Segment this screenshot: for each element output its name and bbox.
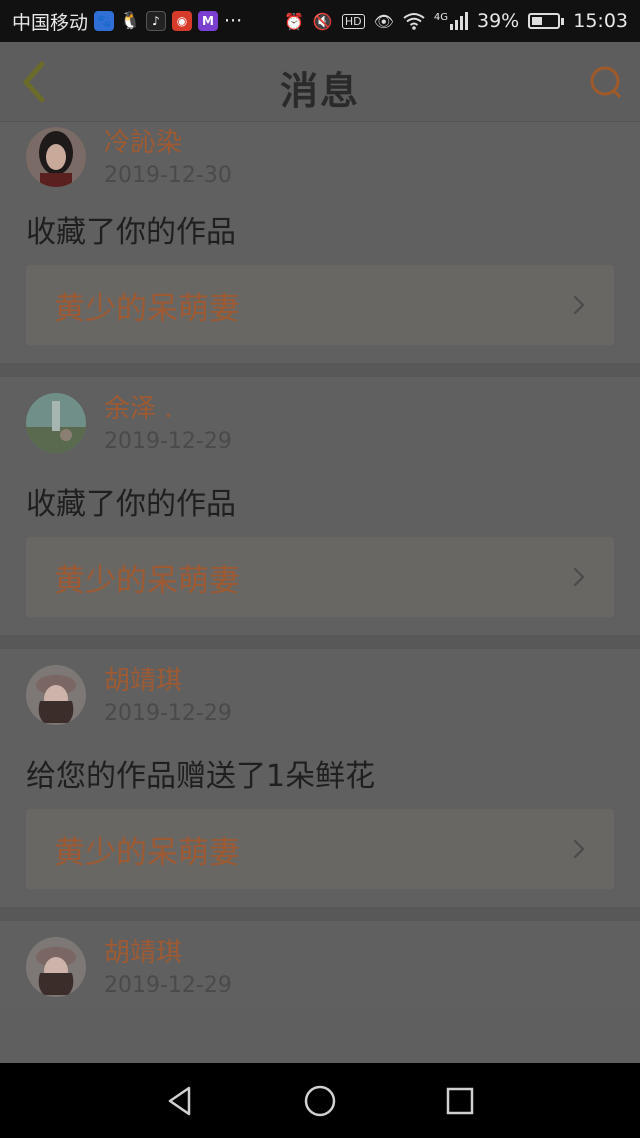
- signal-icon: 4G: [434, 12, 468, 30]
- message-user-row: 胡靖琪 2019-12-29: [26, 921, 614, 1009]
- work-title: 黄少的呆萌妻: [54, 562, 240, 599]
- home-circle-icon[interactable]: [300, 1081, 340, 1121]
- username[interactable]: 余泽 .: [104, 393, 232, 425]
- hd-icon: HD: [341, 13, 365, 29]
- chevron-right-icon: [573, 295, 585, 315]
- back-triangle-icon[interactable]: [160, 1081, 200, 1121]
- chevron-right-icon: [573, 567, 585, 587]
- message-user-row: 余泽 . 2019-12-29: [26, 377, 614, 465]
- baidu-icon: 🐾: [94, 11, 115, 31]
- app-header: 消息: [0, 42, 640, 122]
- avatar[interactable]: [26, 393, 86, 453]
- m-app-icon: M: [198, 11, 219, 31]
- weibo-icon: ◉: [172, 11, 193, 31]
- battery-percent: 39%: [477, 10, 520, 32]
- message-card: 胡靖琪 2019-12-29 给您的作品赠送了1朵鲜花 黄少的呆萌妻: [0, 649, 640, 921]
- username[interactable]: 胡靖琪: [104, 665, 232, 697]
- battery-icon: [528, 13, 565, 29]
- more-notifications-icon: ···: [224, 10, 243, 32]
- work-link[interactable]: 黄少的呆萌妻: [26, 537, 614, 617]
- message-date: 2019-12-29: [104, 701, 232, 726]
- status-bar-left: 中国移动 🐾 🐧 ♪ ◉ M ···: [12, 8, 242, 35]
- alarm-icon: ⏰: [283, 11, 304, 31]
- eye-icon: 👁: [373, 11, 394, 31]
- clock: 15:03: [573, 10, 628, 32]
- mute-icon: 🔇: [312, 11, 333, 31]
- message-user-row: 冷訫染 2019-12-30: [26, 123, 614, 193]
- search-icon[interactable]: [588, 64, 624, 100]
- message-action-text: 收藏了你的作品: [26, 215, 236, 250]
- message-date: 2019-12-30: [104, 163, 232, 188]
- status-bar-right: ⏰ 🔇 HD 👁 4G 39% 15:03: [284, 10, 628, 32]
- message-list[interactable]: 冷訫染 2019-12-30 收藏了你的作品 黄少的呆萌妻 余泽 . 2019-…: [0, 123, 640, 1063]
- avatar[interactable]: [26, 127, 86, 187]
- screen: 中国移动 🐾 🐧 ♪ ◉ M ··· ⏰ 🔇 HD 👁 4G 39% 15:03…: [0, 0, 640, 1138]
- work-link[interactable]: 黄少的呆萌妻: [26, 265, 614, 345]
- work-title: 黄少的呆萌妻: [54, 834, 240, 871]
- message-date: 2019-12-29: [104, 973, 232, 998]
- message-card: 胡靖琪 2019-12-29: [0, 921, 640, 1009]
- message-date: 2019-12-29: [104, 429, 232, 454]
- tiktok-icon: ♪: [146, 11, 167, 31]
- avatar[interactable]: [26, 937, 86, 997]
- message-action-text: 给您的作品赠送了1朵鲜花: [26, 759, 376, 794]
- network-type: 4G: [433, 12, 448, 23]
- avatar[interactable]: [26, 665, 86, 725]
- work-link[interactable]: 黄少的呆萌妻: [26, 809, 614, 889]
- qq-icon: 🐧: [119, 11, 141, 31]
- status-bar: 中国移动 🐾 🐧 ♪ ◉ M ··· ⏰ 🔇 HD 👁 4G 39% 15:03: [0, 0, 640, 42]
- wifi-icon: [403, 13, 425, 30]
- carrier-name: 中国移动: [12, 11, 89, 34]
- message-card: 冷訫染 2019-12-30 收藏了你的作品 黄少的呆萌妻: [0, 123, 640, 377]
- message-user-row: 胡靖琪 2019-12-29: [26, 649, 614, 737]
- username[interactable]: 冷訫染: [104, 127, 232, 159]
- system-nav-bar: [0, 1063, 640, 1138]
- work-title: 黄少的呆萌妻: [54, 290, 240, 327]
- page-title: 消息: [279, 69, 360, 113]
- recents-square-icon[interactable]: [440, 1081, 480, 1121]
- username[interactable]: 胡靖琪: [104, 937, 232, 969]
- chevron-right-icon: [573, 839, 585, 859]
- message-card: 余泽 . 2019-12-29 收藏了你的作品 黄少的呆萌妻: [0, 377, 640, 649]
- message-action-text: 收藏了你的作品: [26, 487, 236, 522]
